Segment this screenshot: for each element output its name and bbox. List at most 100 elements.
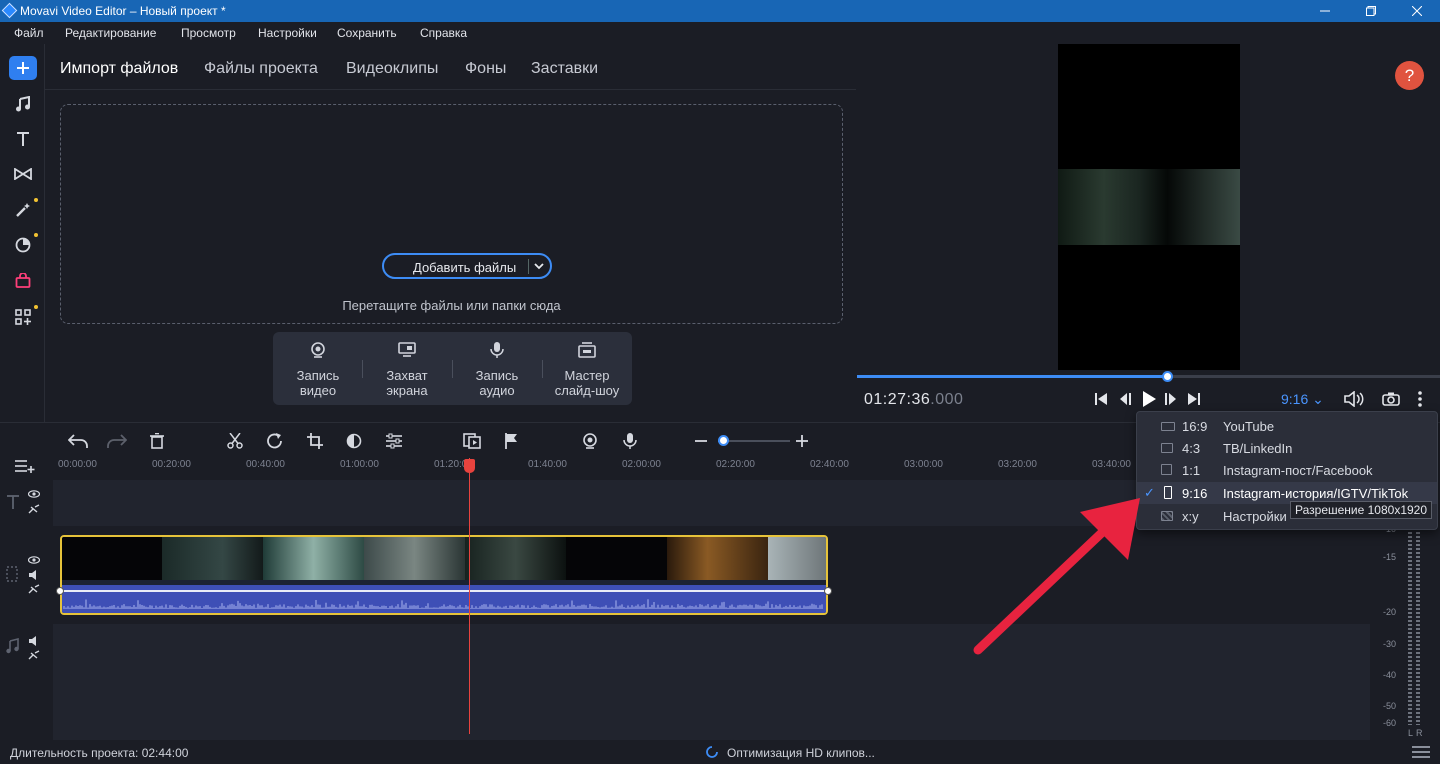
ruler-tick-label: 02:40:00 <box>810 459 849 470</box>
help-button[interactable]: ? <box>1395 61 1424 90</box>
aspect-ratio-selector[interactable]: 9:16 ⌄ <box>1281 391 1324 408</box>
custom-frame-icon <box>1161 511 1173 521</box>
video-frame <box>1058 169 1240 245</box>
skip-to-start-icon[interactable] <box>1092 390 1110 408</box>
menu-file[interactable]: Файл <box>14 26 44 40</box>
close-window-button[interactable] <box>1394 0 1440 22</box>
play-icon[interactable] <box>1139 389 1159 409</box>
ruler-tick-label: 03:40:00 <box>1092 459 1131 470</box>
tab-video-clips[interactable]: Видеоклипы <box>346 60 438 78</box>
rotate-icon[interactable] <box>265 431 285 451</box>
crop-icon[interactable] <box>305 431 325 451</box>
project-duration: Длительность проекта: 02:44:00 <box>10 746 189 760</box>
music-note-icon[interactable] <box>11 92 35 116</box>
aspect-option-4-3[interactable]: 4:3 TB/LinkedIn <box>1137 437 1437 459</box>
audio-level-meter: -10 -15 -20 -30 -40 -50 -60 L R <box>1378 520 1440 740</box>
add-track-icon[interactable] <box>15 456 35 476</box>
annotation-arrow <box>973 498 1140 655</box>
aspect-ratio-value: 4:3 <box>1182 441 1201 456</box>
video-clip[interactable] <box>60 535 828 615</box>
store-bag-icon[interactable] <box>11 269 35 293</box>
capture-label-line2: видео <box>299 383 337 398</box>
skip-to-end-icon[interactable] <box>1185 390 1203 408</box>
color-adjust-icon[interactable] <box>344 431 364 451</box>
playhead-handle[interactable] <box>464 459 475 473</box>
seek-handle[interactable] <box>1162 371 1173 382</box>
transitions-icon[interactable] <box>11 162 35 186</box>
music-track[interactable] <box>53 624 1370 740</box>
add-media-icon[interactable] <box>9 56 37 80</box>
webcam-record-icon[interactable] <box>580 431 600 451</box>
delete-trash-icon[interactable] <box>147 431 167 451</box>
aspect-ratio-value: 16:9 <box>1182 419 1208 434</box>
tab-backgrounds[interactable]: Фоны <box>465 60 506 78</box>
chevron-down-icon[interactable] <box>533 258 545 277</box>
new-badge-dot <box>34 305 38 309</box>
previous-frame-icon[interactable] <box>1116 390 1134 408</box>
record-video-button[interactable]: Запись видео <box>273 332 363 405</box>
title-track-header <box>0 480 53 526</box>
insert-frame-icon[interactable] <box>462 431 482 451</box>
eye-icon[interactable] <box>28 490 40 498</box>
more-options-icon[interactable] <box>1411 390 1429 408</box>
seek-progress[interactable] <box>857 375 1168 378</box>
slideshow-icon <box>578 342 596 358</box>
volume-line[interactable] <box>62 590 826 592</box>
add-files-button[interactable]: Добавить файлы <box>382 253 552 279</box>
eye-icon[interactable] <box>28 556 40 564</box>
aspect-option-16-9[interactable]: 16:9 YouTube <box>1137 415 1437 437</box>
menu-bar: Файл Редактирование Просмотр Настройки С… <box>0 22 1440 44</box>
aspect-platform-name: TB/LinkedIn <box>1223 441 1293 456</box>
text-icon[interactable] <box>11 127 35 151</box>
menu-edit[interactable]: Редактирование <box>65 26 156 40</box>
lock-link-icon[interactable] <box>28 584 40 594</box>
seek-track[interactable] <box>1168 375 1440 378</box>
aspect-option-1-1[interactable]: 1:1 Instagram-пост/Facebook <box>1137 459 1437 481</box>
drop-zone[interactable]: Добавить файлы Перетащите файлы или папк… <box>60 104 843 324</box>
list-view-icon[interactable] <box>1412 745 1430 759</box>
slideshow-wizard-button[interactable]: Мастер слайд-шоу <box>542 332 632 405</box>
speaker-icon[interactable] <box>28 570 40 580</box>
more-tools-grid-icon[interactable] <box>11 305 35 329</box>
zoom-out-icon[interactable] <box>691 431 711 451</box>
clip-end-handle[interactable] <box>824 587 832 595</box>
menu-settings[interactable]: Настройки <box>258 26 317 40</box>
clip-start-handle[interactable] <box>56 587 64 595</box>
loading-spinner-icon <box>706 746 718 758</box>
marker-flag-icon[interactable] <box>501 431 521 451</box>
clip-properties-icon[interactable] <box>384 431 404 451</box>
add-files-label: Добавить файлы <box>413 260 517 275</box>
snapshot-camera-icon[interactable] <box>1382 390 1400 408</box>
music-note-icon <box>6 638 19 654</box>
redo-icon[interactable] <box>107 431 127 451</box>
minimize-button[interactable] <box>1302 0 1348 22</box>
tab-intros[interactable]: Заставки <box>531 60 598 78</box>
next-frame-icon[interactable] <box>1162 390 1180 408</box>
volume-icon[interactable] <box>1343 390 1365 408</box>
record-audio-button[interactable]: Запись аудио <box>452 332 542 405</box>
meter-label: -60 <box>1382 718 1396 728</box>
text-track-icon <box>7 495 19 509</box>
tab-import-files[interactable]: Импорт файлов <box>60 60 178 78</box>
zoom-slider-handle[interactable] <box>718 435 729 446</box>
cut-scissors-icon[interactable] <box>225 431 245 451</box>
undo-icon[interactable] <box>68 431 88 451</box>
clip-thumbnail <box>667 537 768 580</box>
clip-thumbnail <box>364 537 465 580</box>
lock-link-icon[interactable] <box>28 504 40 514</box>
filters-icon[interactable] <box>11 233 35 257</box>
voiceover-microphone-icon[interactable] <box>620 431 640 451</box>
tab-project-files[interactable]: Файлы проекта <box>204 60 318 78</box>
zoom-in-icon[interactable] <box>792 431 812 451</box>
lock-link-icon[interactable] <box>28 650 40 660</box>
maximize-button[interactable] <box>1348 0 1394 22</box>
menu-view[interactable]: Просмотр <box>181 26 236 40</box>
screen-capture-button[interactable]: Захват экрана <box>362 332 452 405</box>
magic-wand-icon[interactable] <box>11 198 35 222</box>
menu-help[interactable]: Справка <box>420 26 467 40</box>
menu-save[interactable]: Сохранить <box>337 26 397 40</box>
meter-label: -50 <box>1382 701 1396 711</box>
speaker-icon[interactable] <box>28 636 40 646</box>
landscape-frame-icon <box>1161 422 1175 431</box>
capture-label-line2: слайд-шоу <box>554 383 620 398</box>
